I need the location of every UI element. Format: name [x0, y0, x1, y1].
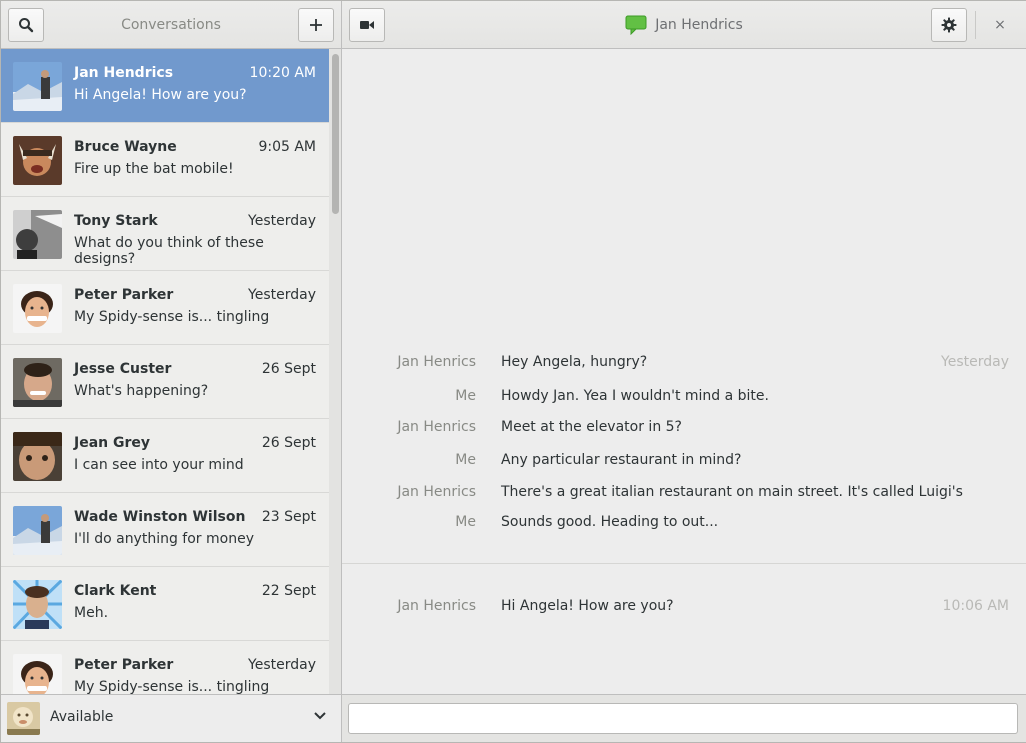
- conversations-title: Conversations: [121, 17, 221, 33]
- chat-history: Jan Henrics Hey Angela, hungry? Yesterday M…: [342, 49, 1026, 694]
- conversation-time: 22 Sept: [261, 583, 316, 599]
- chevron-down-icon: [314, 712, 326, 720]
- latest-chat-message: Jan Henrics Hi Angela! How are you? 10:06 …: [342, 598, 1026, 618]
- message-text: There's a great italian restaurant on ma…: [501, 484, 963, 500]
- message-text: Sounds good. Heading to out...: [501, 514, 719, 530]
- chat-message: Me Sounds good. Heading to out...: [342, 514, 1026, 534]
- message-timestamp: 10:06 AM: [942, 598, 1009, 614]
- compose-area: [342, 694, 1026, 742]
- chat-message: Jan Henrics Hey Angela, hungry? Yesterday: [342, 354, 1026, 374]
- conversation-row[interactable]: Jan Hendrics 10:20 AM Hi Angela! How are y…: [1, 49, 329, 123]
- conversation-name: Tony Stark: [74, 213, 158, 229]
- conversation-name: Bruce Wayne: [74, 139, 177, 155]
- contact-avatar: [13, 506, 62, 555]
- conversation-name: Clark Kent: [74, 583, 157, 599]
- conversation-name: Jan Hendrics: [74, 65, 174, 81]
- conversation-row[interactable]: Jesse Custer 26 Sept What's happening?: [1, 345, 329, 419]
- contact-name: Jan Hendrics: [655, 17, 743, 33]
- close-icon: ×: [994, 17, 1006, 33]
- new-conversation-button[interactable]: [298, 8, 334, 42]
- message-timestamp: Yesterday: [941, 354, 1009, 370]
- gear-icon: [941, 17, 957, 33]
- contact-avatar: [13, 358, 62, 407]
- conversation-time: Yesterday: [248, 657, 316, 673]
- contact-avatar: [13, 580, 62, 629]
- plus-icon: [310, 19, 322, 31]
- conversation-name: Peter Parker: [74, 287, 174, 303]
- conversation-preview: I'll do anything for money: [74, 531, 254, 547]
- chat-header: Jan Hendrics ×: [342, 1, 1026, 49]
- app-window: Conversations Jan Hendrics × Jan Hendric…: [0, 0, 1026, 743]
- conversation-time: 23 Sept: [261, 509, 316, 525]
- conversation-name: Jesse Custer: [74, 361, 172, 377]
- conversation-time: Yesterday: [248, 287, 316, 303]
- conversation-row[interactable]: Bruce Wayne 9:05 AM Fire up the bat mobile…: [1, 123, 329, 197]
- contact-avatar: [13, 136, 62, 185]
- conversation-preview: Meh.: [74, 605, 109, 621]
- chat-message: Jan Henrics Meet at the elevator in 5?: [342, 419, 1026, 439]
- conversation-preview: What's happening?: [74, 383, 209, 399]
- close-button[interactable]: ×: [988, 13, 1012, 37]
- conversation-scrollbar[interactable]: [329, 49, 342, 694]
- message-text: Any particular restaurant in mind?: [501, 452, 742, 468]
- conversation-preview: Fire up the bat mobile!: [74, 161, 234, 177]
- conversation-preview: What do you think of these designs?: [74, 235, 264, 267]
- conversation-row[interactable]: Jean Grey 26 Sept I can see into your mind: [1, 419, 329, 493]
- search-icon: [19, 18, 34, 33]
- conversation-preview: Hi Angela! How are you?: [74, 87, 247, 103]
- message-text: Howdy Jan. Yea I wouldn't mind a bite.: [501, 388, 769, 404]
- message-sender: Jan Henrics: [397, 354, 476, 370]
- conversation-row[interactable]: Tony Stark Yesterday What do you think of …: [1, 197, 329, 271]
- conversation-time: 26 Sept: [261, 435, 316, 451]
- status-label: Available: [50, 709, 114, 725]
- conversation-row[interactable]: Wade Winston Wilson 23 Sept I'll do anythi…: [1, 493, 329, 567]
- message-text: Hey Angela, hungry?: [501, 354, 648, 370]
- conversation-preview: My Spidy-sense is... tingling: [74, 679, 270, 694]
- conversation-time: 26 Sept: [261, 361, 316, 377]
- conversation-name: Wade Winston Wilson: [74, 509, 246, 525]
- conversations-header: Conversations: [1, 1, 342, 49]
- settings-button[interactable]: [931, 8, 967, 42]
- chat-title: Jan Hendrics: [342, 1, 1026, 49]
- conversation-name: Jean Grey: [74, 435, 151, 451]
- chat-message: Me Howdy Jan. Yea I wouldn't mind a bite.: [342, 388, 1026, 408]
- chat-bubble-icon: [625, 15, 647, 35]
- conversation-row[interactable]: Peter Parker Yesterday My Spidy-sense is..…: [1, 271, 329, 345]
- message-text: Meet at the elevator in 5?: [501, 419, 682, 435]
- conversation-preview: My Spidy-sense is... tingling: [74, 309, 270, 325]
- conversation-time: 9:05 AM: [258, 139, 316, 155]
- message-sender: Me: [455, 452, 476, 468]
- header-separator: [975, 11, 976, 39]
- conversation-row[interactable]: Peter Parker Yesterday My Spidy-sense is..…: [1, 641, 329, 694]
- conversation-time: 10:20 AM: [249, 65, 316, 81]
- chat-message: Jan Henrics There's a great italian resta…: [342, 484, 1026, 504]
- message-sender: Jan Henrics: [397, 419, 476, 435]
- conversation-time: Yesterday: [248, 213, 316, 229]
- conversation-list: Jan Hendrics 10:20 AM Hi Angela! How are y…: [1, 49, 329, 694]
- message-text: Hi Angela! How are you?: [501, 598, 674, 614]
- conversation-row[interactable]: Clark Kent 22 Sept Meh.: [1, 567, 329, 641]
- contact-avatar: [13, 62, 62, 111]
- message-input[interactable]: [348, 703, 1018, 734]
- contact-avatar: [13, 654, 62, 694]
- presence-status-selector[interactable]: Available: [1, 694, 342, 742]
- scrollbar-thumb[interactable]: [332, 54, 339, 214]
- chat-divider: [342, 563, 1026, 564]
- search-button[interactable]: [8, 8, 44, 42]
- conversation-preview: I can see into your mind: [74, 457, 244, 473]
- message-sender: Jan Henrics: [397, 484, 476, 500]
- message-sender: Me: [455, 514, 476, 530]
- contact-avatar: [13, 284, 62, 333]
- chat-message: Me Any particular restaurant in mind?: [342, 452, 1026, 472]
- message-sender: Me: [455, 388, 476, 404]
- contact-avatar: [13, 432, 62, 481]
- contact-avatar: [13, 210, 62, 259]
- conversation-name: Peter Parker: [74, 657, 174, 673]
- user-avatar: [7, 702, 40, 735]
- message-sender: Jan Henrics: [397, 598, 476, 614]
